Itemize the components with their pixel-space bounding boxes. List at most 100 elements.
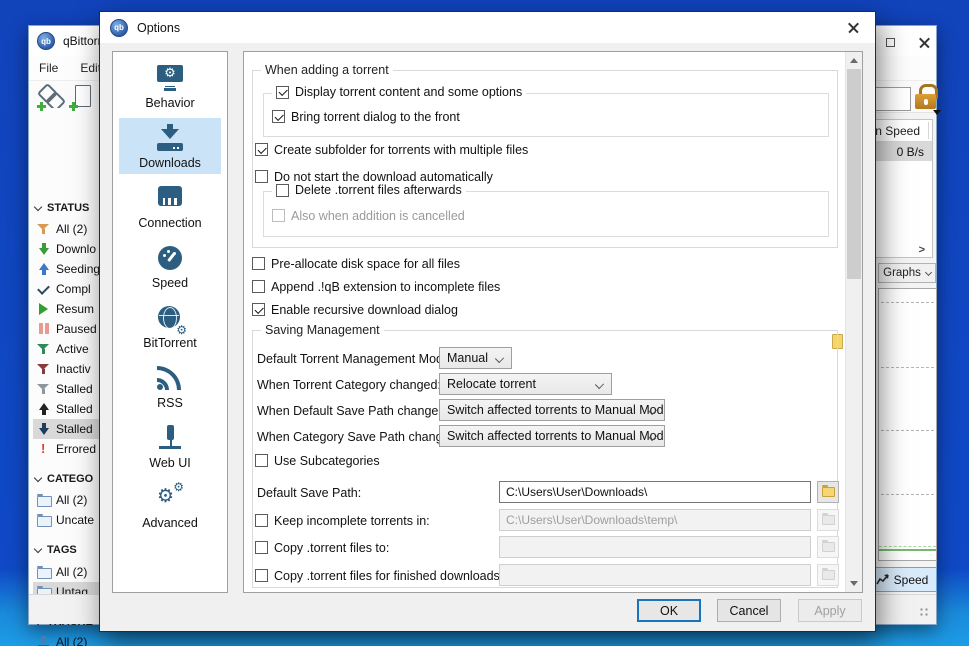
bring-front-checkbox-row[interactable]: Bring torrent dialog to the front [272, 108, 460, 125]
category-path-changed-label: When Category Save Path changed: [257, 428, 460, 445]
nav-connection[interactable]: Connection [119, 178, 221, 234]
scroll-up-arrow[interactable] [846, 52, 862, 69]
apply-button[interactable]: Apply [798, 599, 862, 622]
triangle-up-icon [850, 58, 858, 63]
browse-folder-button[interactable] [817, 481, 839, 503]
filter-label: Paused [56, 322, 97, 336]
display-content-group: Display torrent content and some options… [263, 93, 829, 137]
filter-label: Uncate [56, 513, 94, 527]
main-window-title: qBittorr [63, 34, 102, 48]
content-scrollbar[interactable] [845, 52, 862, 592]
caret-down-icon [933, 110, 941, 115]
nav-bittorrent[interactable]: ⚙ BitTorrent [119, 298, 221, 354]
plus-icon [69, 102, 78, 111]
create-subfolder-checkbox-row[interactable]: Create subfolder for torrents with multi… [255, 141, 528, 158]
copy-torrent-checkbox-row[interactable]: Copy .torrent files to: [255, 539, 389, 556]
close-button[interactable] [913, 33, 935, 51]
recursive-checkbox-row[interactable]: Enable recursive download dialog [252, 301, 458, 318]
checkbox[interactable] [255, 170, 268, 183]
delete-torrent-group: Delete .torrent files afterwards Also wh… [263, 191, 829, 237]
menu-edit[interactable]: Edit [80, 61, 101, 75]
resize-grip[interactable] [919, 607, 929, 617]
upload-arrow-icon [37, 263, 50, 275]
triangle-down-icon [850, 581, 858, 586]
lock-icon[interactable] [914, 84, 938, 112]
checkbox[interactable] [252, 280, 265, 293]
nav-speed[interactable]: Speed [119, 238, 221, 294]
checkbox-label: Also when addition is cancelled [291, 209, 465, 223]
ok-button[interactable]: OK [637, 599, 701, 622]
scrollbar-thumb[interactable] [847, 69, 861, 279]
checkbox-label: Pre-allocate disk space for all files [271, 257, 460, 271]
gridline [881, 302, 934, 303]
checkbox[interactable] [255, 569, 268, 582]
column-label: n Speed [875, 124, 920, 138]
checkbox[interactable] [255, 514, 268, 527]
checkbox[interactable] [252, 303, 265, 316]
horizontal-scroll-arrow[interactable]: > [919, 244, 925, 256]
nav-behavior[interactable]: ⚙ Behavior [119, 58, 221, 114]
speed-tab-label: Speed [894, 573, 929, 587]
add-torrent-link-icon[interactable] [39, 85, 63, 109]
filter-label: Stalled [56, 422, 93, 436]
scroll-down-arrow[interactable] [846, 575, 862, 592]
cancel-button[interactable]: Cancel [717, 599, 781, 622]
category-path-changed-dropdown[interactable]: Switch affected torrents to Manual Mode [439, 425, 665, 447]
checkbox-label: Copy .torrent files to: [274, 541, 389, 555]
menu-file[interactable]: File [39, 61, 58, 75]
speed-tab[interactable]: Speed [867, 567, 937, 592]
copy-torrent-path-input [499, 536, 811, 558]
management-mode-dropdown[interactable]: Manual [439, 347, 512, 369]
checkbox[interactable] [252, 257, 265, 270]
funnel-gray-icon [37, 383, 50, 395]
tracker-icon [37, 636, 50, 646]
dialog-close-button[interactable] [831, 12, 875, 43]
delete-torrent-checkbox-row[interactable]: Delete .torrent files afterwards [272, 183, 466, 197]
speedometer-icon [155, 244, 185, 272]
checkbox[interactable] [255, 454, 268, 467]
default-path-changed-dropdown[interactable]: Switch affected torrents to Manual Mode [439, 399, 665, 421]
nav-webui[interactable]: Web UI [119, 418, 221, 474]
error-exclamation-icon [37, 443, 50, 455]
nav-rss[interactable]: RSS [119, 358, 221, 414]
checkbox-label: Enable recursive download dialog [271, 303, 458, 317]
filter-label: Resum [56, 302, 94, 316]
preallocate-checkbox-row[interactable]: Pre-allocate disk space for all files [252, 255, 460, 272]
copy-finished-checkbox-row[interactable]: Copy .torrent files for finished downloa… [255, 567, 517, 584]
default-save-path-input[interactable]: C:\Users\User\Downloads\ [499, 481, 811, 503]
dropdown-value: Switch affected torrents to Manual Mode [447, 403, 665, 417]
copy-finished-path-input [499, 564, 811, 586]
funnel-tan-icon [37, 223, 50, 235]
checkbox-label: Do not start the download automatically [274, 170, 493, 184]
dropdown-value: Switch affected torrents to Manual Mode [447, 429, 665, 443]
add-torrent-file-icon[interactable] [71, 85, 95, 109]
browse-folder-button-disabled [817, 536, 839, 558]
options-titlebar[interactable]: qb Options [100, 12, 875, 43]
filter-tracker-all[interactable]: All (2) [33, 632, 129, 646]
filter-label: Stalled [56, 382, 93, 396]
display-content-checkbox-row[interactable]: Display torrent content and some options [272, 85, 526, 99]
checkbox[interactable] [276, 184, 289, 197]
checkbox[interactable] [272, 110, 285, 123]
keep-incomplete-checkbox-row[interactable]: Keep incomplete torrents in: [255, 512, 430, 529]
keyhole [924, 99, 928, 105]
category-changed-dropdown[interactable]: Relocate torrent [439, 373, 612, 395]
maximize-button[interactable] [879, 33, 901, 51]
close-icon [919, 37, 930, 48]
nav-downloads[interactable]: Downloads [119, 118, 221, 174]
append-qb-checkbox-row[interactable]: Append .!qB extension to incomplete file… [252, 278, 500, 295]
graphs-dropdown-button[interactable]: Graphs [878, 263, 936, 283]
nav-label: Behavior [145, 96, 194, 110]
checkbox[interactable] [276, 86, 289, 99]
checkbox-label: Keep incomplete torrents in: [274, 514, 430, 528]
tags-section-header[interactable]: TAGS [33, 540, 77, 560]
category-changed-label: When Torrent Category changed: [257, 376, 441, 393]
checkbox[interactable] [255, 143, 268, 156]
nav-advanced[interactable]: ⚙⚙ Advanced [119, 478, 221, 534]
status-section-header[interactable]: STATUS [33, 198, 89, 218]
browse-folder-button-disabled [817, 509, 839, 531]
categories-section-header[interactable]: CATEGO [33, 469, 93, 489]
use-subcategories-checkbox-row[interactable]: Use Subcategories [255, 452, 380, 469]
checkbox[interactable] [255, 541, 268, 554]
gears-icon: ⚙⚙ [155, 484, 185, 512]
